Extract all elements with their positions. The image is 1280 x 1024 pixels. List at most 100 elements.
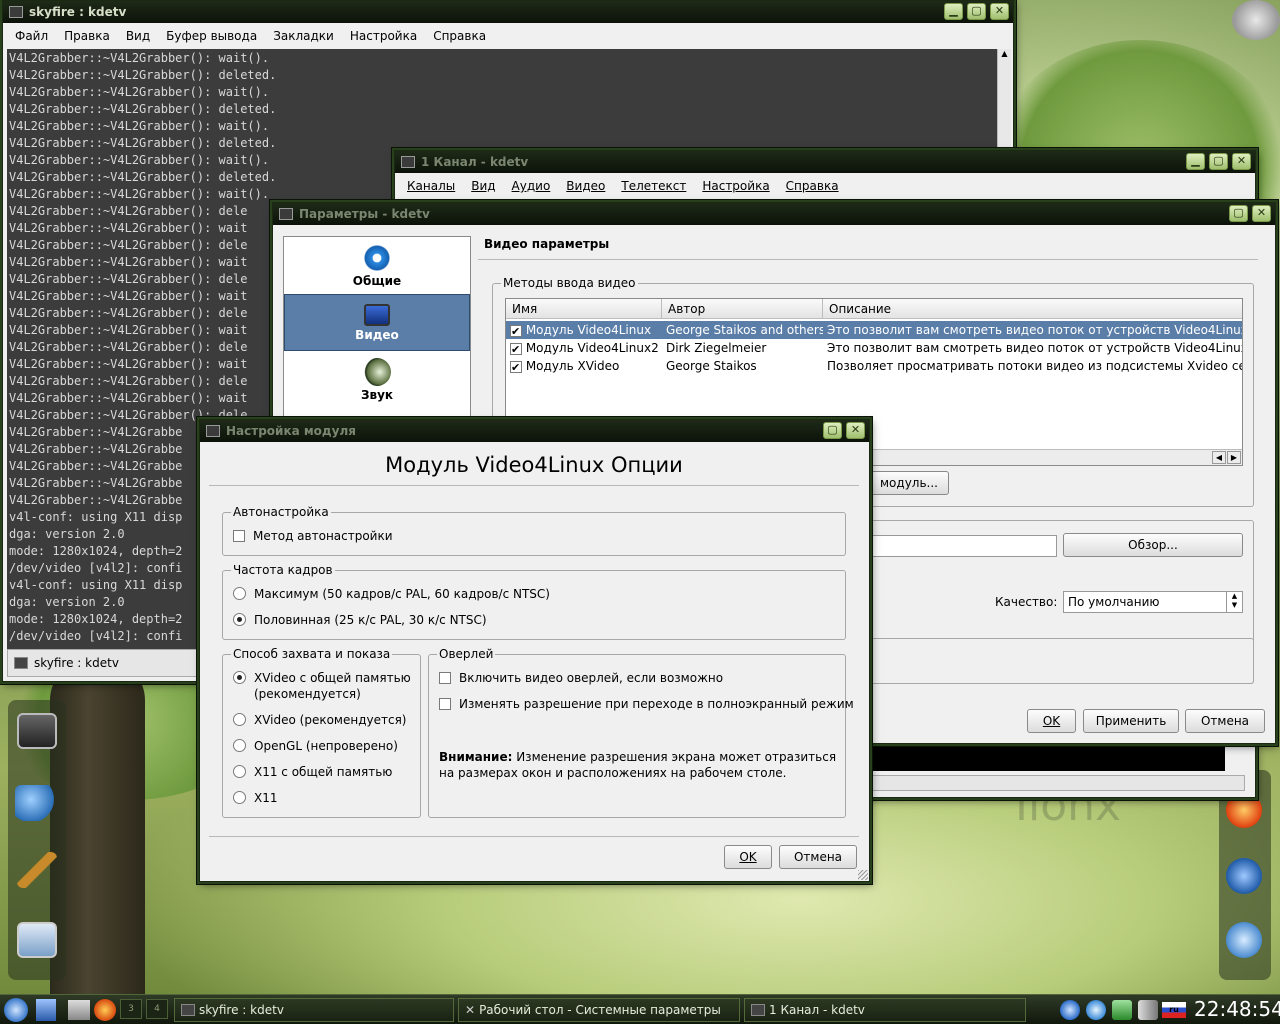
menu-settings[interactable]: Настройка — [342, 29, 425, 43]
autoconfig-checkbox[interactable] — [233, 530, 245, 542]
terminal-menubar: Файл Правка Вид Буфер вывода Закладки На… — [3, 23, 1013, 49]
category-video[interactable]: Видео — [284, 294, 470, 351]
overlay-option-resolution[interactable]: Изменять разрешение при переходе в полно… — [439, 696, 854, 712]
table-row[interactable]: Модуль Video4Linux2 Dirk Ziegelmeier Это… — [506, 339, 1242, 357]
capture-option-xvideo[interactable]: XVideo (рекомендуется) — [233, 712, 406, 728]
capture-option-x11[interactable]: X11 — [233, 790, 278, 806]
quality-spinbox[interactable]: По умолчанию ▲ ▼ — [1063, 591, 1243, 613]
bird-icon[interactable] — [1226, 858, 1262, 894]
overlay-resolution-checkbox[interactable] — [439, 698, 451, 710]
column-header-description[interactable]: Описание — [823, 299, 1242, 319]
menu-teletext[interactable]: Телетекст — [613, 179, 694, 193]
framerate-option-max[interactable]: Максимум (50 кадров/с PAL, 60 кадров/с N… — [233, 586, 550, 602]
task-terminal[interactable]: skyfire : kdetv — [174, 998, 454, 1022]
cancel-button[interactable]: Отмена — [1185, 709, 1265, 733]
column-header-name[interactable]: Имя — [506, 299, 662, 319]
capture-xvideo-radio[interactable] — [233, 713, 246, 726]
scroll-left-arrow[interactable]: ◀ — [1212, 451, 1226, 464]
framerate-max-radio[interactable] — [233, 587, 246, 600]
tray-network-icon[interactable] — [1060, 1000, 1080, 1020]
framerate-option-half[interactable]: Половинная (25 к/с PAL, 30 к/с NTSC) — [233, 612, 487, 628]
module-dialog-titlebar[interactable]: Настройка модуля ▢ ✕ — [200, 420, 869, 442]
tray-help-icon[interactable] — [1086, 1000, 1106, 1020]
capture-opengl-radio[interactable] — [233, 739, 246, 752]
terminal-titlebar[interactable]: skyfire : kdetv ▁ ▢ ✕ — [3, 1, 1013, 23]
row-checkbox[interactable] — [510, 323, 522, 339]
terminal-session-tab[interactable]: skyfire : kdetv — [7, 649, 197, 677]
maximize-button[interactable]: ▢ — [1209, 153, 1228, 170]
device-path-input[interactable] — [869, 535, 1057, 557]
autoconfig-option[interactable]: Метод автонастройки — [233, 528, 393, 544]
desktop-icon[interactable] — [68, 1000, 90, 1020]
kdetv-titlebar[interactable]: 1 Канал - kdetv ▁ ▢ ✕ — [395, 151, 1255, 173]
tray-volume-icon[interactable] — [1138, 1000, 1158, 1020]
spin-arrows-icon[interactable]: ▲ ▼ — [1226, 592, 1242, 612]
minimize-button[interactable]: ▁ — [944, 3, 963, 20]
maximize-button[interactable]: ▢ — [823, 422, 842, 439]
menu-help[interactable]: Справка — [425, 29, 494, 43]
kde-menu-icon[interactable] — [4, 998, 28, 1022]
tray-keyboard-layout[interactable]: ru — [1162, 1002, 1186, 1018]
hammer-icon[interactable] — [17, 852, 57, 888]
menu-video[interactable]: Видео — [558, 179, 613, 193]
firefox-icon[interactable] — [94, 999, 116, 1021]
menu-view[interactable]: Вид — [118, 29, 158, 43]
capture-option-opengl[interactable]: OpenGL (непроверено) — [233, 738, 398, 754]
cancel-button[interactable]: Отмена — [779, 845, 857, 869]
menu-help[interactable]: Справка — [778, 179, 847, 193]
table-row[interactable]: Модуль XVideo George Staikos Позволяет п… — [506, 357, 1242, 375]
menu-file[interactable]: Файл — [7, 29, 56, 43]
close-button[interactable]: ✕ — [846, 422, 865, 439]
menu-channels[interactable]: Каналы — [399, 179, 463, 193]
scroll-right-arrow[interactable]: ▶ — [1227, 451, 1241, 464]
capture-option-x11shm[interactable]: X11 с общей памятью — [233, 764, 392, 780]
overlay-option-enable[interactable]: Включить видео оверлей, если возможно — [439, 670, 723, 686]
network-icon[interactable] — [15, 785, 55, 821]
resize-grip-icon[interactable] — [858, 870, 868, 880]
task-kdetv[interactable]: 1 Канал - kdetv — [744, 998, 1026, 1022]
apply-button[interactable]: Применить — [1083, 709, 1179, 733]
close-button[interactable]: ✕ — [1232, 153, 1251, 170]
capture-x11-radio[interactable] — [233, 791, 246, 804]
terminal-icon[interactable] — [17, 713, 57, 749]
maximize-button[interactable]: ▢ — [1229, 205, 1248, 222]
tray-download-icon[interactable] — [1112, 1000, 1132, 1020]
menu-settings[interactable]: Настройка — [694, 179, 777, 193]
menu-view[interactable]: Вид — [463, 179, 503, 193]
table-row[interactable]: Модуль Video4Linux George Staikos and ot… — [506, 321, 1242, 339]
desktop-pager-3[interactable]: 3 — [120, 999, 142, 1019]
category-sound[interactable]: Звук — [284, 351, 470, 408]
video-area[interactable] — [871, 747, 1225, 771]
menu-scrollback[interactable]: Буфер вывода — [158, 29, 265, 43]
close-button[interactable]: ✕ — [1252, 205, 1271, 222]
capture-x11shm-radio[interactable] — [233, 765, 246, 778]
settings-titlebar[interactable]: Параметры - kdetv ▢ ✕ — [273, 203, 1275, 225]
module-config-button[interactable]: модуль... — [869, 471, 949, 495]
framerate-half-radio[interactable] — [233, 613, 246, 626]
scroll-up-arrow[interactable]: ▲ — [998, 49, 1011, 58]
task-system-settings[interactable]: ✕ Рабочий стол - Системные параметры — [458, 998, 740, 1022]
desktop-pager-4[interactable]: 4 — [146, 999, 168, 1019]
row-checkbox[interactable] — [510, 341, 522, 357]
row-checkbox[interactable] — [510, 359, 522, 375]
chat-icon[interactable] — [1226, 922, 1262, 958]
ok-button[interactable]: OK — [1027, 709, 1076, 733]
browse-button[interactable]: Обзор... — [1063, 533, 1243, 557]
category-general[interactable]: Общие — [284, 237, 470, 294]
maximize-button[interactable]: ▢ — [967, 3, 986, 20]
minimize-button[interactable]: ▁ — [1186, 153, 1205, 170]
menu-edit[interactable]: Правка — [56, 29, 118, 43]
capture-xvshm-radio[interactable] — [233, 671, 246, 684]
ok-button[interactable]: OK — [724, 845, 772, 869]
column-header-author[interactable]: Автор — [662, 299, 823, 319]
menu-bookmarks[interactable]: Закладки — [265, 29, 342, 43]
close-button[interactable]: ✕ — [990, 3, 1009, 20]
home-icon[interactable] — [36, 999, 56, 1021]
desktop-top-right-icon[interactable] — [1232, 0, 1280, 40]
clock[interactable]: 22:48:54 — [1194, 997, 1280, 1021]
overlay-enable-checkbox[interactable] — [439, 672, 451, 684]
monitor-icon[interactable] — [17, 922, 57, 958]
capture-option-xvshm[interactable]: XVideo с общей памятью (рекомендуется) — [233, 670, 413, 702]
kdetv-hscrollbar[interactable] — [871, 775, 1245, 791]
menu-audio[interactable]: Аудио — [504, 179, 559, 193]
